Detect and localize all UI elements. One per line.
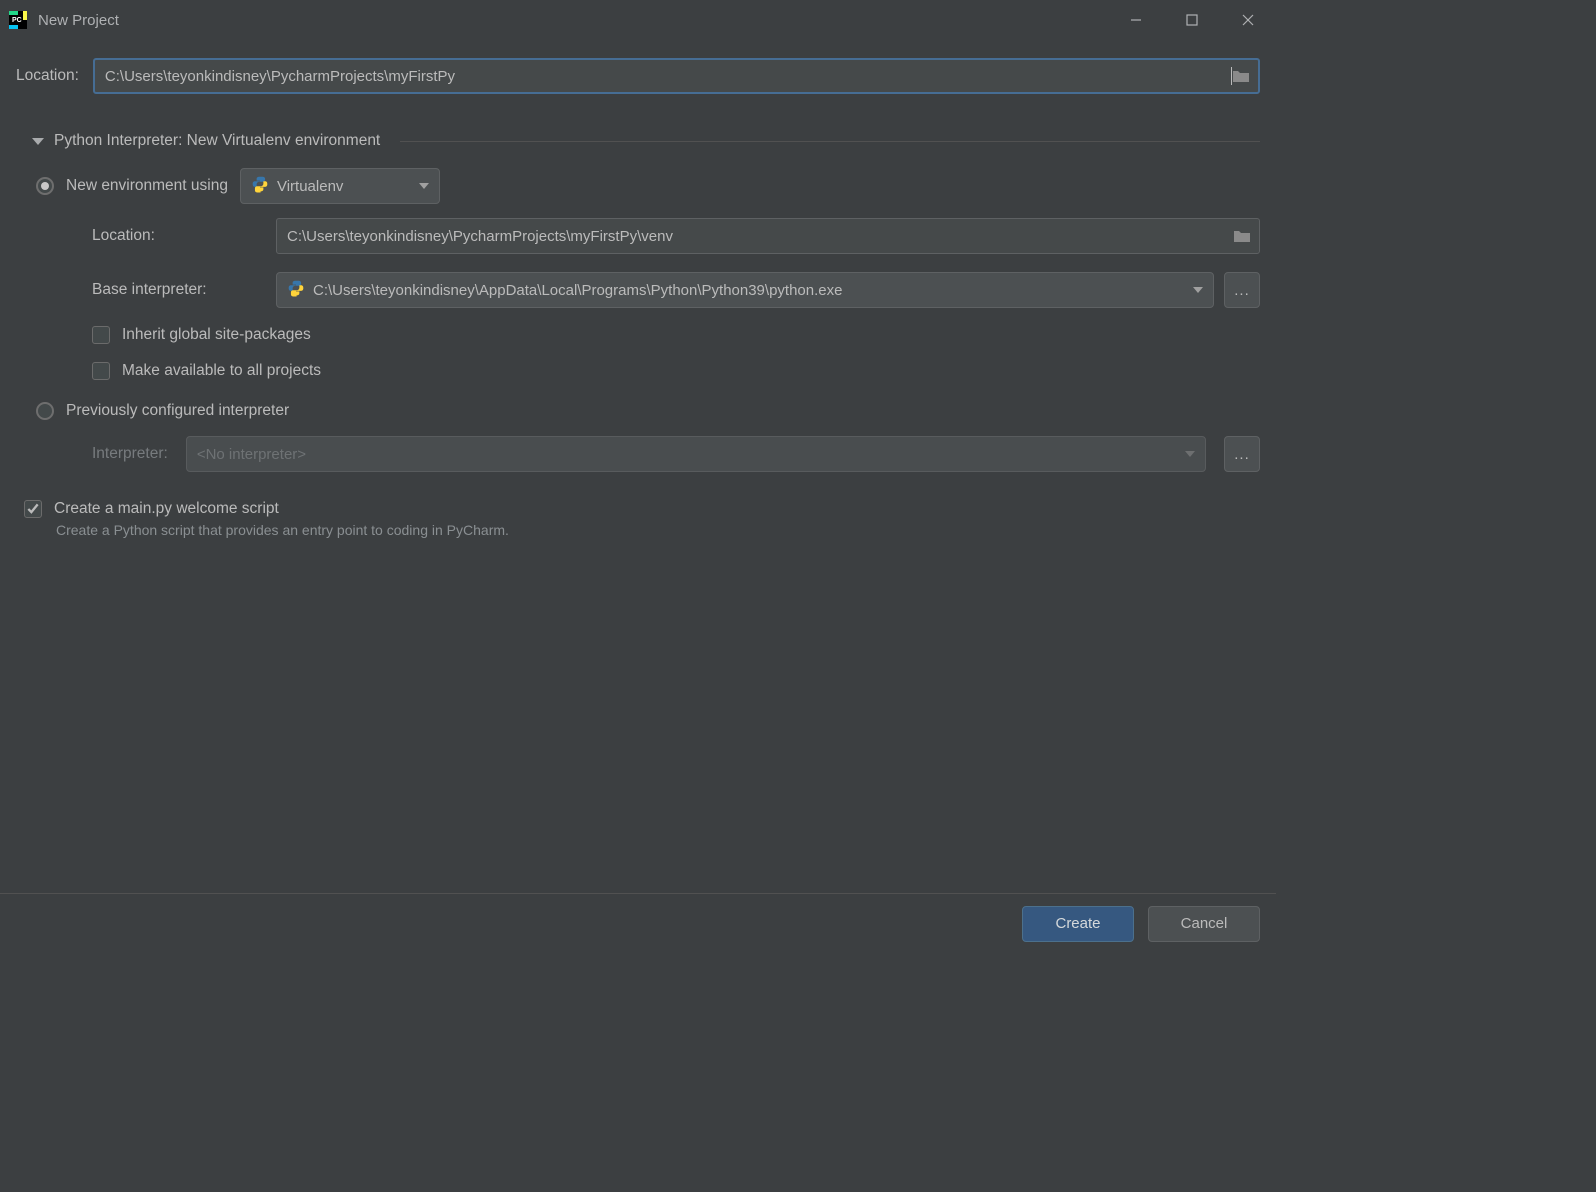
venv-location-label: Location: [92, 227, 262, 245]
previously-configured-row: Previously configured interpreter [36, 402, 1260, 420]
create-button[interactable]: Create [1022, 906, 1134, 942]
new-env-label: New environment using [66, 177, 228, 195]
virtualenv-tool-select[interactable]: Virtualenv [240, 168, 440, 204]
chevron-down-icon [419, 183, 429, 189]
make-available-row[interactable]: Make available to all projects [92, 362, 1260, 380]
inherit-packages-row[interactable]: Inherit global site-packages [92, 326, 1260, 344]
pycharm-icon: PC [8, 10, 28, 30]
chevron-down-icon [1185, 451, 1195, 457]
make-available-label: Make available to all projects [122, 362, 321, 380]
python-icon [287, 279, 305, 301]
make-available-checkbox[interactable] [92, 362, 110, 380]
interpreter-browse-button[interactable]: ... [1224, 436, 1260, 472]
previously-configured-label: Previously configured interpreter [66, 402, 289, 420]
base-interpreter-label: Base interpreter: [92, 281, 262, 299]
collapse-icon [32, 138, 44, 145]
location-label: Location: [16, 67, 79, 85]
maximize-button[interactable] [1164, 0, 1220, 40]
previously-configured-radio[interactable] [36, 402, 54, 420]
cancel-button-label: Cancel [1181, 915, 1228, 932]
interpreter-select: <No interpreter> [186, 436, 1206, 472]
chevron-down-icon [1193, 287, 1203, 293]
window-controls [1108, 0, 1276, 40]
create-button-label: Create [1055, 915, 1100, 932]
base-interpreter-select[interactable]: C:\Users\teyonkindisney\AppData\Local\Pr… [276, 272, 1214, 308]
browse-folder-icon[interactable] [1233, 229, 1251, 243]
project-location-input[interactable] [105, 68, 1230, 85]
project-location-field[interactable] [93, 58, 1260, 94]
minimize-button[interactable] [1108, 0, 1164, 40]
cancel-button[interactable]: Cancel [1148, 906, 1260, 942]
base-interpreter-value: C:\Users\teyonkindisney\AppData\Local\Pr… [313, 282, 842, 299]
create-main-checkbox[interactable] [24, 500, 42, 518]
python-icon [251, 175, 269, 197]
base-interpreter-row: Base interpreter: C:\Users\teyonkindisne… [92, 272, 1260, 308]
main-script-section: Create a main.py welcome script Create a… [24, 500, 1260, 538]
ellipsis-label: ... [1234, 282, 1250, 299]
virtualenv-tool-label: Virtualenv [277, 178, 343, 195]
prev-interpreter-detail: Interpreter: <No interpreter> ... [36, 436, 1260, 472]
venv-location-field[interactable] [276, 218, 1260, 254]
project-location-row: Location: [16, 58, 1260, 94]
interpreter-options: New environment using Virtualenv Locatio… [16, 168, 1260, 472]
browse-folder-icon[interactable] [1232, 69, 1250, 83]
interpreter-label: Interpreter: [92, 445, 168, 463]
venv-location-input[interactable] [287, 228, 1233, 245]
new-environment-row: New environment using Virtualenv [36, 168, 1260, 204]
interpreter-value: <No interpreter> [197, 446, 306, 463]
new-env-radio[interactable] [36, 177, 54, 195]
close-button[interactable] [1220, 0, 1276, 40]
content-area: Location: Python Interpreter: New Virtua… [0, 40, 1276, 893]
create-main-help: Create a Python script that provides an … [56, 522, 1260, 538]
inherit-packages-checkbox[interactable] [92, 326, 110, 344]
interpreter-section-title: Python Interpreter: New Virtualenv envir… [54, 132, 380, 150]
create-main-label: Create a main.py welcome script [54, 500, 279, 518]
section-rule [400, 141, 1260, 142]
inherit-packages-label: Inherit global site-packages [122, 326, 311, 344]
new-env-details: Location: Base interpreter: [36, 218, 1260, 380]
titlebar: PC New Project [0, 0, 1276, 40]
venv-location-row: Location: [92, 218, 1260, 254]
dialog-footer: Create Cancel [0, 893, 1276, 953]
ellipsis-label: ... [1234, 446, 1250, 463]
interpreter-section-header[interactable]: Python Interpreter: New Virtualenv envir… [16, 132, 1260, 150]
svg-text:PC: PC [12, 17, 22, 24]
window-title: New Project [38, 12, 119, 29]
create-main-row[interactable]: Create a main.py welcome script [24, 500, 1260, 518]
base-interpreter-browse-button[interactable]: ... [1224, 272, 1260, 308]
